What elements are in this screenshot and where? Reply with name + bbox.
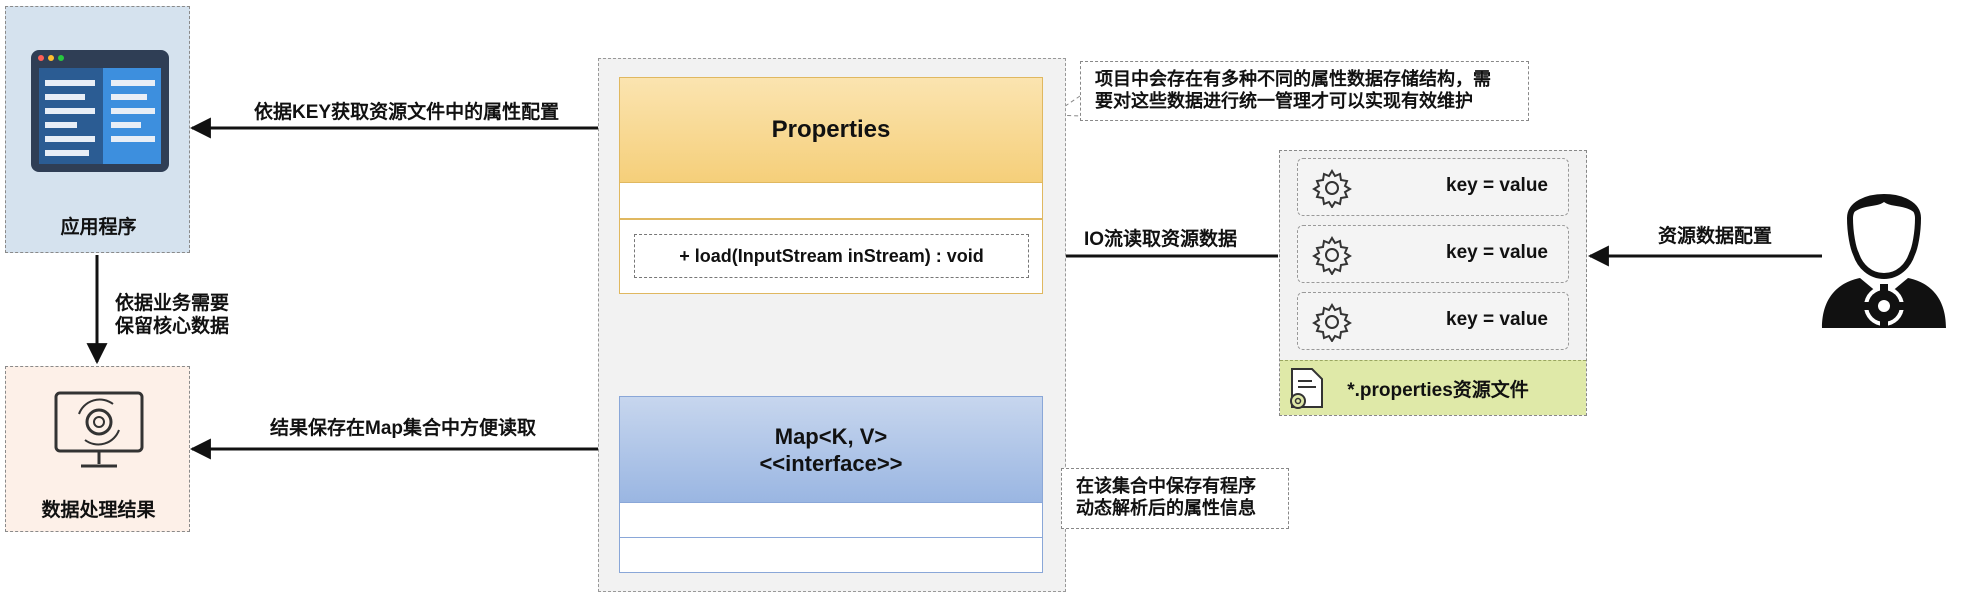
map-stereotype: <<interface>> — [759, 450, 903, 476]
key-value-row: key = value — [1297, 158, 1569, 216]
key-value-row: key = value — [1297, 225, 1569, 283]
monitor-gear-icon — [54, 391, 144, 468]
application-window-icon — [31, 50, 169, 172]
gear-icon — [1312, 169, 1352, 208]
edge-label-app-result: 依据业务需要 保留核心数据 — [115, 292, 229, 338]
properties-file-text: *.properties资源文件 — [1347, 379, 1529, 401]
note-top-line2: 要对这些数据进行统一管理才可以实现有效维护 — [1095, 91, 1473, 111]
user-admin-icon — [1822, 194, 1946, 328]
edge-label-user-file: 资源数据配置 — [1658, 226, 1773, 247]
properties-class-header: Properties — [619, 77, 1043, 183]
document-gear-icon — [1290, 368, 1323, 409]
result-label: 数据处理结果 — [41, 500, 156, 521]
application-label: 应用程序 — [60, 217, 137, 238]
edge-label-app-result-line1: 依据业务需要 — [115, 293, 230, 314]
edge-label-result-map: 结果保存在Map集合中方便读取 — [270, 418, 537, 439]
edge-label-app-result-line2: 保留核心数据 — [115, 316, 230, 337]
load-method: + load(InputStream inStream) : void — [634, 234, 1029, 278]
map-title: Map<K, V> — [774, 423, 888, 449]
note-bottom: 在该集合中保存有程序 动态解析后的属性信息 — [1061, 468, 1289, 529]
gear-icon — [1312, 236, 1352, 275]
map-compartment-2 — [619, 538, 1043, 573]
properties-attributes-compartment — [619, 183, 1043, 219]
key-value-text: key = value — [1446, 242, 1548, 263]
note-top: 项目中会存在有多种不同的属性数据存储结构，需 要对这些数据进行统一管理才可以实现… — [1080, 61, 1529, 121]
map-compartment-1 — [619, 503, 1043, 538]
note-bottom-line2: 动态解析后的属性信息 — [1076, 498, 1256, 518]
result-node: 数据处理结果 — [5, 366, 190, 532]
key-value-text: key = value — [1446, 309, 1548, 330]
note-top-line1: 项目中会存在有多种不同的属性数据存储结构，需 — [1095, 69, 1491, 89]
edge-label-file-method: IO流读取资源数据 — [1084, 229, 1238, 250]
map-interface-header: Map<K, V> <<interface>> — [619, 396, 1043, 503]
properties-file-label: *.properties资源文件 — [1280, 360, 1586, 415]
gear-icon — [1312, 303, 1352, 342]
key-value-row: key = value — [1297, 292, 1569, 350]
key-value-text: key = value — [1446, 175, 1548, 196]
application-node: 应用程序 — [5, 6, 190, 253]
edge-label-app-properties: 依据KEY获取资源文件中的属性配置 — [254, 102, 560, 123]
note-bottom-line1: 在该集合中保存有程序 — [1076, 476, 1256, 496]
